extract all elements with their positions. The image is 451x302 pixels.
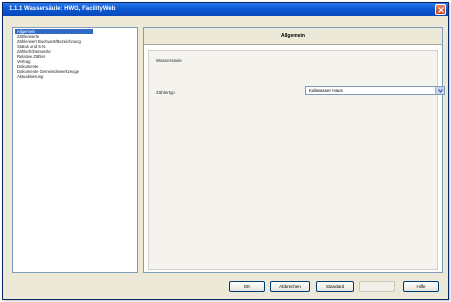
meter-type-value: Kaltwasser Haus xyxy=(309,88,343,93)
apply-button xyxy=(359,281,395,292)
dropdown-button[interactable] xyxy=(435,87,444,94)
close-icon xyxy=(437,6,444,13)
panel-title: Allgemein xyxy=(281,33,305,39)
meter-type-label: Zählertyp xyxy=(156,90,175,95)
help-button[interactable]: Hilfe xyxy=(403,281,439,292)
standard-button[interactable]: Standard xyxy=(316,281,354,292)
chevron-down-icon xyxy=(437,88,443,93)
meter-type-select[interactable]: Kaltwasser Haus xyxy=(305,86,445,95)
panel-header: Allgemein xyxy=(144,28,442,45)
nav-item-aktualisierung[interactable]: Aktualisierung xyxy=(15,74,97,79)
category-tree: Allgemein Zählerwerte Zählerwert Buchwer… xyxy=(12,27,138,273)
ok-button[interactable]: OK xyxy=(229,281,265,292)
cancel-button[interactable]: Abbrechen xyxy=(270,281,310,292)
close-button[interactable] xyxy=(435,4,446,15)
settings-group: Wassersäule Zählertyp Kaltwasser Haus xyxy=(148,50,445,270)
dialog-window: 1.1.1 Wassersäule: HWG, FacilityWeb Allg… xyxy=(2,2,449,300)
title-bar[interactable]: 1.1.1 Wassersäule: HWG, FacilityWeb xyxy=(3,3,448,16)
settings-panel: Allgemein Wassersäule Zählertyp Kaltwass… xyxy=(143,27,445,273)
window-title: 1.1.1 Wassersäule: HWG, FacilityWeb xyxy=(9,6,116,12)
group-label: Wassersäule xyxy=(156,58,182,63)
